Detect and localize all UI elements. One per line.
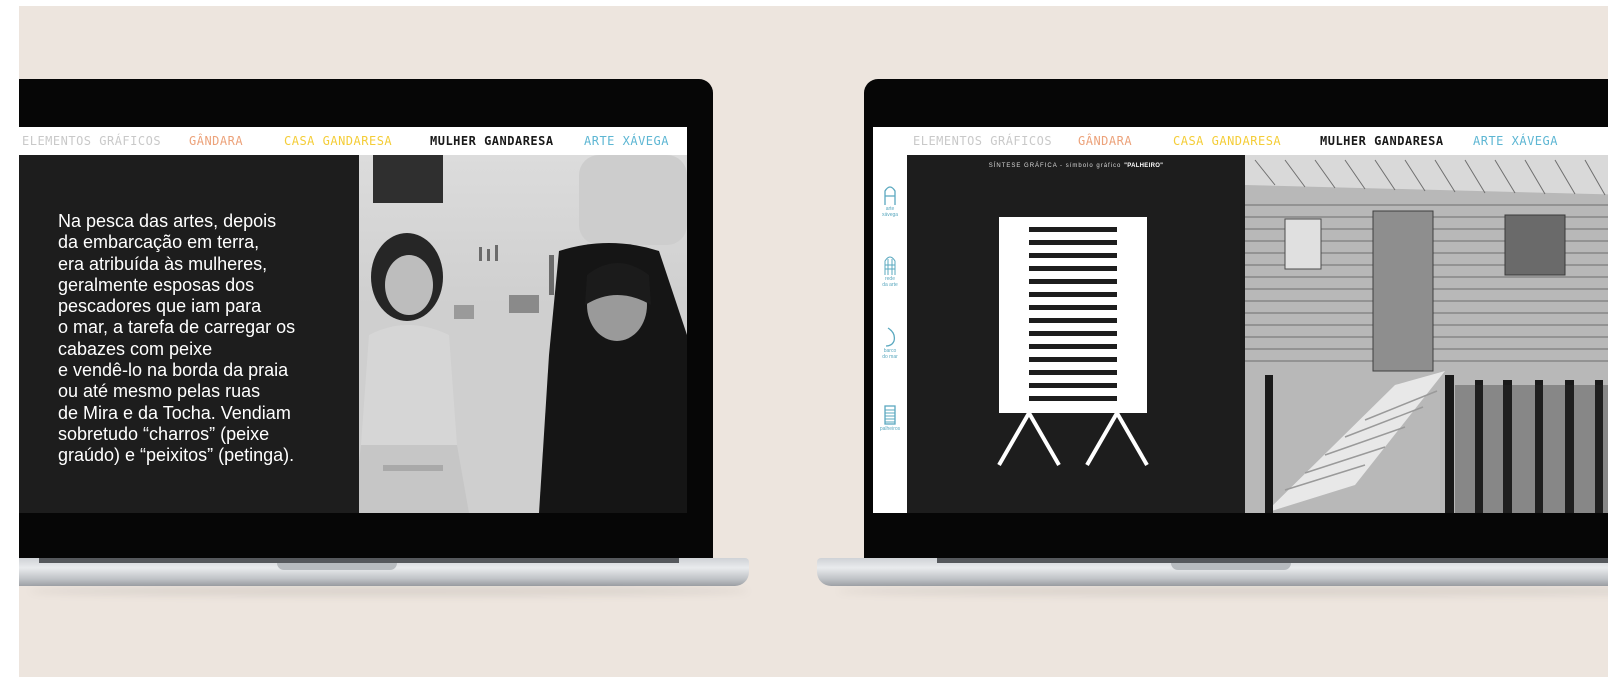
nav-mulher-gandaresa[interactable]: MULHER GANDARESA [430, 134, 554, 148]
nav-mulher-gandaresa[interactable]: MULHER GANDARESA [1320, 134, 1444, 148]
sidebar-label: do mar [882, 354, 898, 360]
trackpad-notch [277, 563, 397, 570]
top-nav: ELEMENTOS GRÁFICOS GÂNDARA CASA GANDARES… [19, 127, 687, 155]
nav-elementos-graficos[interactable]: ELEMENTOS GRÁFICOS [913, 134, 1052, 148]
sidebar-label: da arte [882, 282, 898, 288]
nav-elementos-graficos[interactable]: ELEMENTOS GRÁFICOS [22, 134, 161, 148]
sidebar-item-barco-do-mar[interactable]: barco do mar [873, 327, 907, 360]
laptop-left: ELEMENTOS GRÁFICOS GÂNDARA CASA GANDARES… [19, 79, 779, 619]
mockup-background: ELEMENTOS GRÁFICOS GÂNDARA CASA GANDARES… [19, 6, 1608, 677]
sidebar-item-rede-da-arte[interactable]: rede da arte [873, 255, 907, 288]
arte-xavega-icon [884, 186, 896, 205]
nav-casa-gandaresa[interactable]: CASA GANDARESA [1173, 134, 1281, 148]
palheiro-symbol-icon [997, 217, 1149, 466]
screen-right: ELEMENTOS GRÁFICOS GÂNDARA CASA GANDARES… [873, 127, 1608, 513]
sidebar: arte xávega rede da arte barco do mar pa… [873, 155, 907, 513]
sidebar-label: palheiros [879, 426, 901, 432]
barco-do-mar-icon [885, 327, 896, 347]
screen-left: ELEMENTOS GRÁFICOS GÂNDARA CASA GANDARES… [19, 127, 687, 513]
women-carrying-baskets-photo [359, 155, 687, 513]
sidebar-item-arte-xavega[interactable]: arte xávega [873, 185, 907, 218]
laptop-base [817, 558, 1608, 586]
rede-da-arte-icon [884, 256, 896, 275]
top-nav: ELEMENTOS GRÁFICOS GÂNDARA CASA GANDARES… [873, 127, 1608, 155]
nav-arte-xavega[interactable]: ARTE XÁVEGA [584, 134, 669, 148]
sidebar-label: xávega [881, 212, 899, 218]
symbol-panel: SÍNTESE GRÁFICA - símbolo gráfico "PALHE… [907, 155, 1245, 513]
sidebar-item-palheiros[interactable]: palheiros [873, 405, 907, 432]
nav-gandara[interactable]: GÂNDARA [1078, 134, 1132, 148]
nav-gandara[interactable]: GÂNDARA [189, 134, 243, 148]
laptop-right: ELEMENTOS GRÁFICOS GÂNDARA CASA GANDARES… [817, 79, 1608, 619]
palheiros-icon [884, 405, 896, 425]
nav-arte-xavega[interactable]: ARTE XÁVEGA [1473, 134, 1558, 148]
text-panel: Na pesca das artes, depois da embarcação… [19, 155, 359, 513]
wooden-palheiro-house-photo [1245, 155, 1608, 513]
laptop-base [19, 558, 749, 586]
nav-casa-gandaresa[interactable]: CASA GANDARESA [284, 134, 392, 148]
body-paragraph: Na pesca das artes, depois da embarcação… [58, 211, 296, 466]
trackpad-notch [1171, 563, 1291, 570]
